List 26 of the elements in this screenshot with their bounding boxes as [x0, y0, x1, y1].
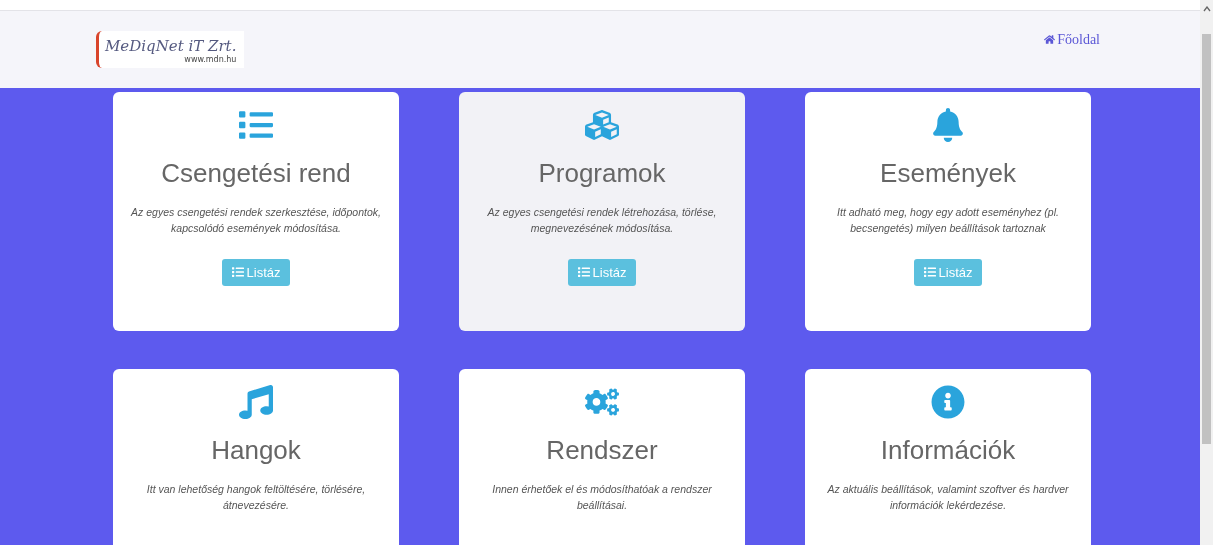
card-description: Az egyes csengetési rendek létrehozása, törlése, megnevezésének módosítása.: [486, 205, 718, 236]
card-description: Itt adható meg, hogy egy adott eseményhez (pl. becsengetés) milyen beállítások tartoznak: [836, 205, 1060, 236]
card-description: Itt van lehetőség hangok feltöltésére, törlésére, átnevezésére.: [145, 482, 367, 513]
card-title: Hangok: [211, 435, 301, 466]
list-button[interactable]: Listáz: [567, 258, 637, 286]
scroll-up-icon[interactable]: [1202, 6, 1211, 12]
card-title: Események: [880, 158, 1016, 189]
list-button[interactable]: Listáz: [913, 258, 983, 286]
music-note-icon: [239, 383, 273, 421]
list-icon: [231, 266, 244, 278]
list-icon: [923, 266, 936, 278]
scrollbar[interactable]: [1200, 0, 1213, 545]
list-button[interactable]: Listáz: [221, 258, 291, 286]
card-title: Információk: [880, 435, 1016, 466]
bell-icon: [931, 106, 965, 144]
card-description: Az aktuális beállítások, valamint szoftver és hardver információk lekérdezése.: [826, 482, 1070, 513]
info-icon: [931, 383, 965, 421]
card-description: Innen érhetőek el és módosíthatóak a rendszer beállításai.: [491, 482, 713, 513]
card-title: Programok: [538, 158, 666, 189]
home-icon: [1044, 34, 1056, 45]
card-description: Az egyes csengetési rendek szerkesztése, időpontok, kapcsolódó események módosítása.: [129, 205, 382, 236]
card-title: Rendszer: [546, 435, 658, 466]
company-logo[interactable]: MeDiqNet iT Zrt. www.mdn.hu: [96, 31, 245, 68]
card-title: Csengetési rend: [161, 158, 351, 189]
list-icon: [577, 266, 590, 278]
home-link[interactable]: Főoldal: [1044, 31, 1100, 48]
